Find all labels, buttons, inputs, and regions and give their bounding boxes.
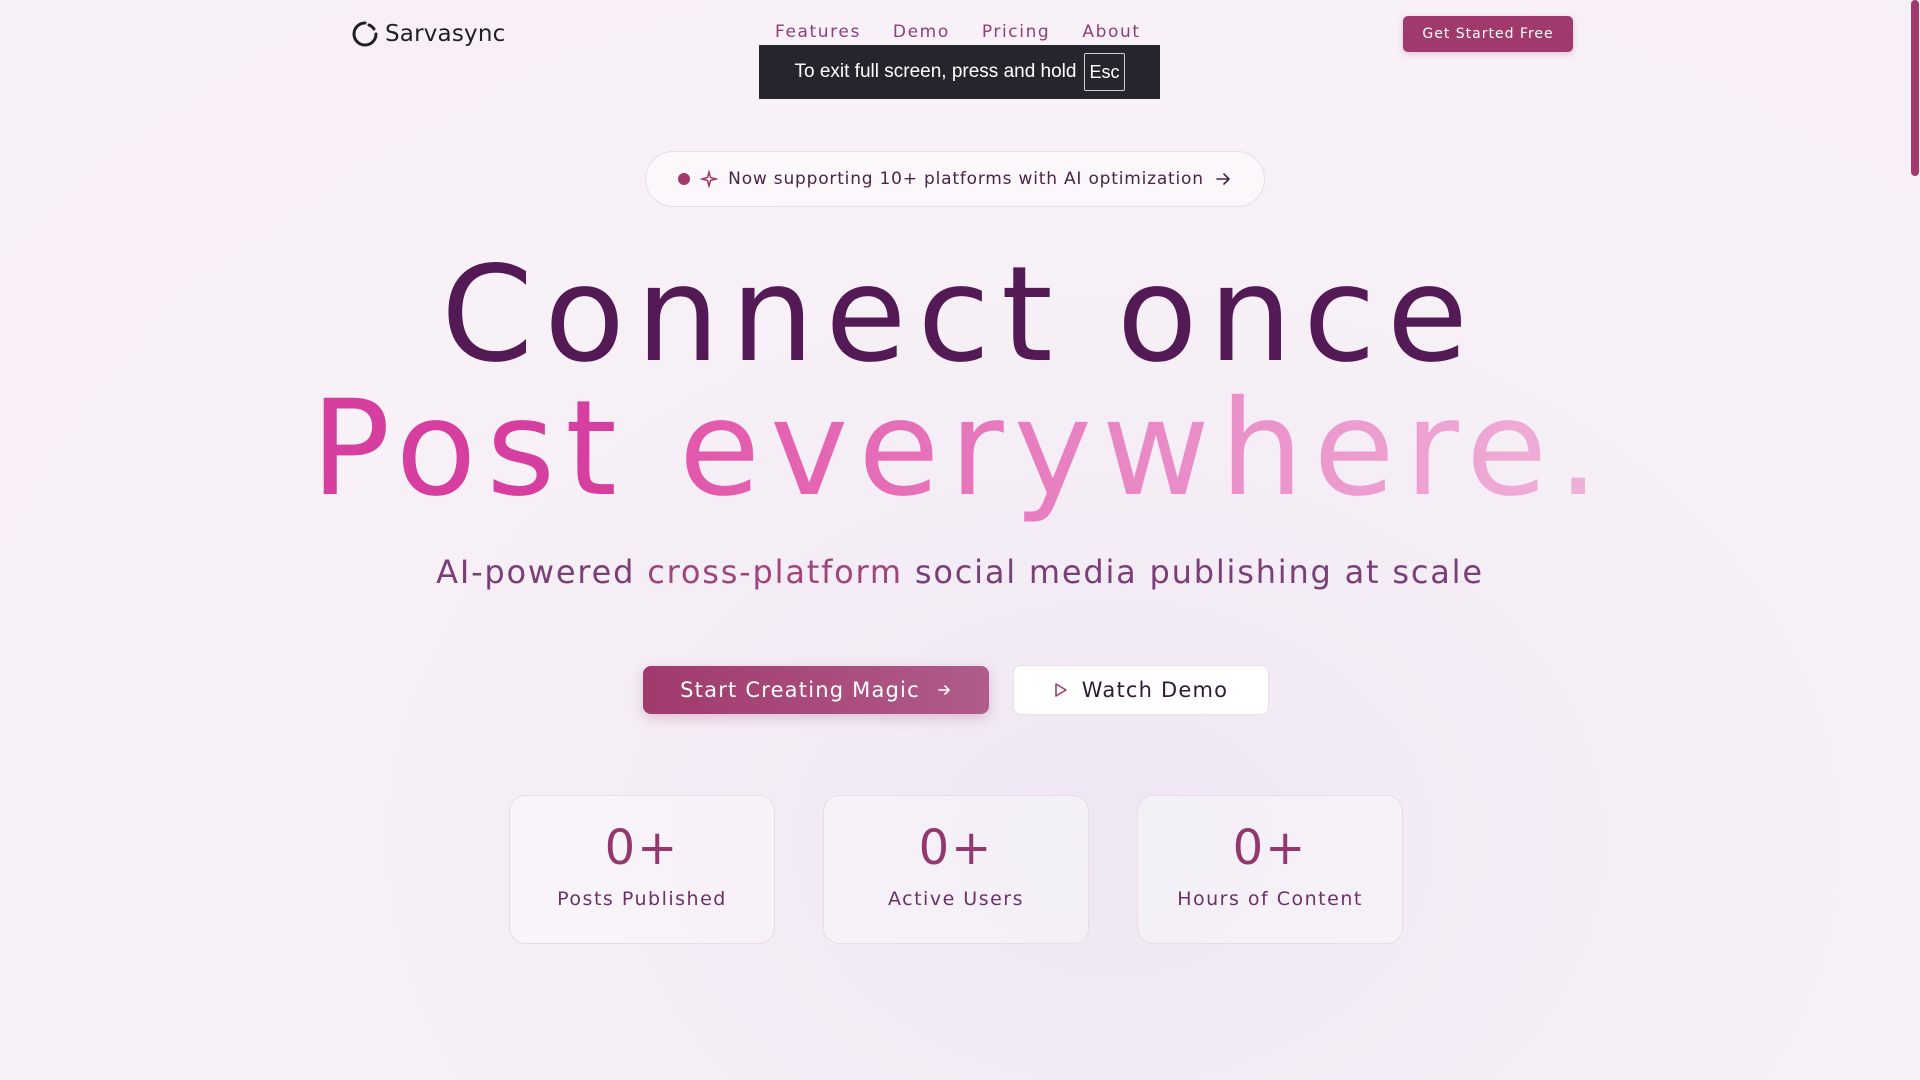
- announcement-text: Now supporting 10+ platforms with AI opt…: [728, 169, 1204, 189]
- nav-pricing[interactable]: Pricing: [982, 22, 1051, 42]
- stat-label: Posts Published: [557, 888, 727, 910]
- nav-about[interactable]: About: [1082, 22, 1140, 42]
- headline-everywhere: everywhere.: [678, 372, 1610, 526]
- subtitle-part2: social media publishing at scale: [914, 553, 1484, 591]
- subtitle-highlight: cross-platform: [647, 553, 903, 591]
- nav-demo[interactable]: Demo: [893, 22, 950, 42]
- arrow-right-icon: [1216, 173, 1230, 185]
- scrollbar-thumb[interactable]: [1911, 0, 1919, 176]
- brand-logo[interactable]: Sarvasync: [351, 18, 505, 50]
- status-dot: [678, 173, 691, 185]
- get-started-button[interactable]: Get Started Free: [1403, 16, 1573, 52]
- esc-key-badge: Esc: [1084, 53, 1125, 91]
- announcement-pill[interactable]: Now supporting 10+ platforms with AI opt…: [645, 151, 1265, 207]
- sparkle-icon: [700, 170, 719, 188]
- nav-features[interactable]: Features: [775, 22, 861, 42]
- main-nav: Features Demo Pricing About: [775, 22, 1141, 42]
- headline-line2: Post everywhere.: [0, 374, 1920, 524]
- hero-subtitle: AI-powered cross-platform social media p…: [0, 553, 1920, 591]
- start-creating-label: Start Creating Magic: [680, 678, 920, 702]
- stat-value: 0+: [918, 820, 994, 876]
- arrow-right-icon: [938, 685, 950, 695]
- play-icon: [1054, 683, 1067, 697]
- stat-card-hours: 0+ Hours of Content: [1137, 795, 1403, 944]
- headline-post: Post: [310, 372, 627, 526]
- stat-label: Active Users: [887, 888, 1025, 910]
- stat-value: 0+: [604, 820, 680, 876]
- subtitle-part1: AI-powered: [436, 553, 636, 591]
- brand-name: Sarvasync: [385, 21, 506, 47]
- stat-label: Hours of Content: [1177, 888, 1363, 910]
- headline-line1: Connect once: [441, 238, 1479, 392]
- fullscreen-notice: To exit full screen, press and hold Esc: [759, 45, 1160, 99]
- start-creating-button[interactable]: Start Creating Magic: [643, 666, 989, 714]
- logo-icon: [352, 21, 378, 47]
- fullscreen-notice-text: To exit full screen, press and hold: [794, 61, 1077, 82]
- watch-demo-label: Watch Demo: [1081, 678, 1229, 702]
- watch-demo-button[interactable]: Watch Demo: [1013, 665, 1269, 715]
- stat-card-posts: 0+ Posts Published: [509, 795, 775, 944]
- stat-card-users: 0+ Active Users: [823, 795, 1089, 944]
- stat-value: 0+: [1232, 820, 1308, 876]
